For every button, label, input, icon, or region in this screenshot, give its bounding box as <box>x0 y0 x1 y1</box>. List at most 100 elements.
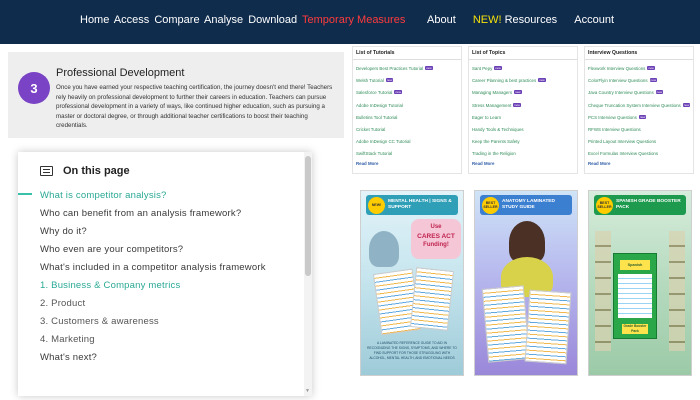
new-tag: new <box>638 114 647 119</box>
list-icon <box>40 166 53 176</box>
list-item-link[interactable]: Trading in the Religion <box>472 148 577 160</box>
link-list: Sant Pepy new Career Planning & best pract… <box>469 60 577 161</box>
new-tag: new <box>647 66 655 70</box>
link-label: Java Country Interview Questions <box>588 90 654 96</box>
bookshelf-image <box>669 231 685 351</box>
nav-resources-link[interactable]: NEW! Resources <box>473 14 557 26</box>
new-tag: new <box>494 66 502 70</box>
link-label: Printed Layout Interview Questions <box>588 139 657 145</box>
table-of-contents: On this page What is competitor analysis… <box>18 152 312 396</box>
nav-home-link[interactable]: Home <box>80 14 109 26</box>
new-tag: new <box>682 102 691 107</box>
guide-sheet-image <box>481 285 531 363</box>
cares-act-callout: Use CARES ACT Funding! <box>411 219 461 259</box>
link-label: ColorFlyin Interview Questions <box>588 78 648 84</box>
toc-item[interactable]: What's included in a competitor analysis… <box>40 262 290 273</box>
nav-compare-link[interactable]: Compare <box>154 14 199 26</box>
list-item-link[interactable]: Java Country Interview Questions new <box>588 87 693 99</box>
list-item-link[interactable]: Adobe InDesign Tutorial <box>356 100 461 112</box>
toc-item[interactable]: 1. Business & Company metrics <box>40 280 290 291</box>
cover-banner: NEW! MENTAL HEALTH | SIGNS & SUPPORT <box>366 195 458 215</box>
list-item-link[interactable]: Sant Pepy new <box>472 63 577 75</box>
list-item-link[interactable]: Keep the Parents Safety <box>472 136 577 148</box>
list-item-link[interactable]: Excel Formulas Interview Questions <box>588 148 693 160</box>
toc-title: On this page <box>63 165 130 177</box>
list-item-link[interactable]: Cricket Tutorial <box>356 124 461 136</box>
callout-line: Use <box>430 224 442 230</box>
toc-item[interactable]: What's next? <box>40 352 290 363</box>
link-label: RFWS Interview Questions <box>588 127 641 133</box>
link-label: Handy Tools & Techniques <box>472 127 524 133</box>
scroll-down-arrow-icon[interactable]: ▼ <box>305 388 310 394</box>
read-more-link[interactable]: Read More <box>585 161 693 166</box>
nav-right-links: About NEW! Resources Account <box>413 14 614 26</box>
box-title: List of Topics <box>469 47 577 60</box>
new-tag: new <box>649 78 658 83</box>
link-label: Eager to Learn <box>472 114 502 120</box>
nav-access-link[interactable]: Access <box>114 14 149 26</box>
link-label: SwiftStack Tutorial <box>356 151 393 157</box>
product-cover-mental-health[interactable]: NEW! MENTAL HEALTH | SIGNS & SUPPORT Use… <box>360 190 464 376</box>
nav-analyse-link[interactable]: Analyse <box>204 14 243 26</box>
list-item-link[interactable]: Cheque Truncation System Interview Quest… <box>588 100 693 112</box>
new-tag: new <box>425 66 433 70</box>
read-more-link[interactable]: Read More <box>469 161 577 166</box>
guide-sheet-image <box>524 289 572 365</box>
book-label: Spanish <box>620 260 650 270</box>
link-label: Trading in the Religion <box>472 151 516 157</box>
cover-caption: A LAMINATED REFERENCE GUIDE TO AID IN RE… <box>367 341 457 360</box>
guide-sheet-image <box>409 267 455 331</box>
link-label: Adobe InDesign CC Tutorial <box>356 139 411 145</box>
list-item-link[interactable]: Developers Best Practices Tutorial new <box>356 63 461 75</box>
product-cover-spanish[interactable]: BEST SELLER SPANISH GRADE BOOSTER PACK S… <box>588 190 692 376</box>
new-tag: new <box>385 78 394 83</box>
link-label: PCS Interview Questions <box>588 114 637 120</box>
list-item-link[interactable]: Welsh Tutorial new <box>356 75 461 87</box>
list-item-link[interactable]: SwiftStack Tutorial <box>356 148 461 160</box>
box-title: List of Tutorials <box>353 47 461 60</box>
toc-item[interactable]: 2. Product <box>40 298 290 309</box>
toc-item[interactable]: Who can benefit from an analysis framewo… <box>40 208 290 219</box>
read-more-link[interactable]: Read More <box>353 161 461 166</box>
nav-account-link[interactable]: Account <box>574 14 614 26</box>
list-item-link[interactable]: Adobe InDesign CC Tutorial <box>356 136 461 148</box>
list-item-link[interactable]: Eager to Learn <box>472 112 577 124</box>
list-item-link[interactable]: Career Planning & best practices new <box>472 75 577 87</box>
list-item-link[interactable]: PCS Interview Questions new <box>588 112 693 124</box>
new-tag: new <box>514 90 522 95</box>
toc-item[interactable]: 4. Marketing <box>40 334 290 345</box>
list-item-link[interactable]: Managing Managers new <box>472 87 577 99</box>
scrollbar-thumb[interactable] <box>305 156 311 276</box>
new-badge: NEW! <box>368 196 385 214</box>
list-item-link[interactable]: RFWS Interview Questions <box>588 124 693 136</box>
cover-banner: BEST SELLER ANATOMY LAMINATED STUDY GUID… <box>480 195 572 215</box>
product-cover-anatomy[interactable]: BEST SELLER ANATOMY LAMINATED STUDY GUID… <box>474 190 578 376</box>
nav-about-link[interactable]: About <box>427 14 456 26</box>
list-item-link[interactable]: Stress Management new <box>472 100 577 112</box>
toc-item[interactable]: Who even are your competitors? <box>40 244 290 255</box>
new-tag: new <box>513 102 521 107</box>
list-item-link[interactable]: Flexwork Interview Questions new <box>588 63 693 75</box>
list-item-link[interactable]: Handy Tools & Techniques <box>472 124 577 136</box>
nav-download-link[interactable]: Download <box>248 14 297 26</box>
best-seller-badge: BEST SELLER <box>596 196 613 214</box>
box-title: Interview Questions <box>585 47 693 60</box>
toc-scrollbar[interactable]: ▼ <box>304 152 312 396</box>
toc-item[interactable]: Why do it? <box>40 226 290 237</box>
new-tag: new <box>394 90 402 95</box>
cover-title: ANATOMY LAMINATED STUDY GUIDE <box>502 199 555 210</box>
topics-box: List of Topics Sant Pepy new Career Plannin… <box>468 46 578 174</box>
list-item-link[interactable]: Salesforce Tutorial new <box>356 87 461 99</box>
toc-item[interactable]: What is competitor analysis? <box>40 190 290 201</box>
link-list: Developers Best Practices Tutorial new Wel… <box>353 60 461 161</box>
link-label: Adobe InDesign Tutorial <box>356 102 403 108</box>
person-illustration <box>369 231 399 267</box>
callout-line: Funding! <box>423 242 449 248</box>
list-item-link[interactable]: Bulletins Tool Tutorial <box>356 112 461 124</box>
list-item-link[interactable]: ColorFlyin Interview Questions new <box>588 75 693 87</box>
toc-item[interactable]: 3. Customers & awareness <box>40 316 290 327</box>
book-footer: Grade Booster Pack <box>622 324 648 334</box>
book-sheet <box>618 274 652 318</box>
list-item-link[interactable]: Printed Layout Interview Questions <box>588 136 693 148</box>
nav-temporary-measures-link[interactable]: Temporary Measures <box>302 14 405 26</box>
